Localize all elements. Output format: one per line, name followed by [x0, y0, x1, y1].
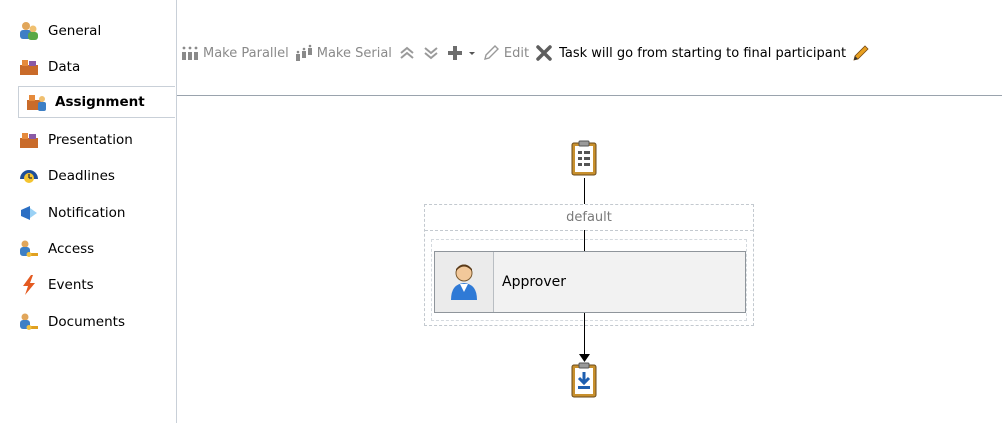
make-serial-icon [295, 44, 312, 61]
presentation-icon [20, 133, 38, 148]
sidebar-item-documents[interactable]: Documents [18, 304, 176, 340]
sidebar-item-data[interactable]: Data [18, 49, 176, 85]
users-general-icon [20, 22, 38, 40]
sidebar-item-label: Deadlines [48, 168, 115, 184]
sidebar-item-deadlines[interactable]: Deadlines [18, 158, 176, 194]
edit-button[interactable]: Edit [482, 44, 529, 62]
sidebar-item-assignment[interactable]: Assignment [18, 86, 175, 118]
connector-line [584, 230, 585, 251]
sidebar-item-label: Events [48, 277, 94, 293]
approver-participant[interactable]: Approver [434, 251, 746, 313]
pencil-edit-icon [853, 45, 869, 61]
notification-megaphone-icon [21, 206, 37, 220]
move-up-button[interactable] [398, 44, 416, 62]
task-flow-text: Task will go from starting to final part… [559, 45, 847, 61]
assignment-icon [27, 95, 46, 111]
connector-line [584, 178, 585, 204]
make-serial-label: Make Serial [316, 45, 392, 61]
sidebar-item-label: Notification [48, 205, 126, 221]
sidebar-item-notification[interactable]: Notification [18, 195, 176, 231]
make-parallel-button[interactable]: Make Parallel [181, 44, 289, 62]
task-flow-edit-button[interactable] [852, 44, 870, 62]
delete-button[interactable] [535, 44, 553, 62]
edit-label: Edit [503, 45, 530, 61]
add-dropdown-button[interactable] [446, 44, 476, 62]
participant-label: Approver [502, 274, 567, 290]
sidebar-item-events[interactable]: Events [18, 267, 176, 303]
data-blocks-icon [20, 60, 38, 75]
add-plus-icon [447, 46, 462, 60]
participant-icon-box [435, 252, 494, 312]
make-parallel-label: Make Parallel [203, 45, 289, 61]
sidebar-item-label: Presentation [48, 132, 133, 148]
sidebar-item-access[interactable]: Access [18, 231, 176, 267]
flow-canvas: default Approver [177, 96, 1002, 423]
double-chevron-down-icon [424, 47, 438, 60]
user-icon [451, 264, 477, 300]
sidebar-item-label: Assignment [55, 94, 145, 110]
move-down-button[interactable] [422, 44, 440, 62]
connector-line [584, 313, 585, 359]
stage-label: default [425, 205, 753, 231]
access-key-icon [20, 240, 38, 257]
lightning-icon [23, 275, 35, 295]
sidebar-item-label: Access [48, 241, 95, 257]
documents-key-icon [20, 313, 38, 330]
deadlines-clock-icon [20, 170, 38, 183]
sidebar-item-label: General [48, 23, 102, 39]
make-serial-button[interactable]: Make Serial [295, 44, 392, 62]
toolbar-row: Make Parallel Make Serial Edit Task will… [181, 40, 870, 66]
arrowhead-icon [579, 354, 590, 362]
task-start-icon[interactable] [571, 140, 597, 176]
sidebar-item-presentation[interactable]: Presentation [18, 122, 176, 158]
pencil-icon [483, 45, 499, 60]
sidebar-item-label: Documents [48, 314, 125, 330]
double-chevron-up-icon [400, 46, 414, 59]
sidebar-item-general[interactable]: General [18, 13, 176, 49]
delete-x-icon [536, 45, 552, 61]
make-parallel-icon [182, 46, 198, 60]
task-end-icon[interactable] [571, 362, 597, 398]
chevron-down-icon [468, 52, 475, 55]
sidebar: General Data Assignment Presentation Dea… [0, 0, 177, 423]
sidebar-item-label: Data [48, 59, 81, 75]
toolbar: Make Parallel Make Serial Edit Task will… [177, 0, 1002, 96]
